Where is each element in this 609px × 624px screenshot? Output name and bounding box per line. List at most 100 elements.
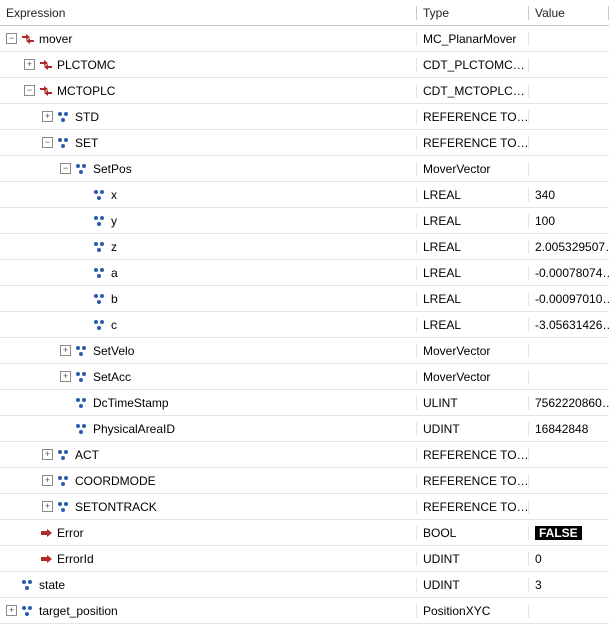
table-row[interactable]: stateUDINT3 <box>0 572 609 598</box>
expand-icon[interactable]: + <box>42 449 53 460</box>
cell-type: LREAL <box>417 188 529 202</box>
var-icon <box>75 370 89 384</box>
table-row[interactable]: +COORDMODEREFERENCE TO… <box>0 468 609 494</box>
cell-expression[interactable]: −SetPos <box>0 162 417 176</box>
var-icon <box>21 578 35 592</box>
table-row[interactable]: −moverMC_PlanarMover <box>0 26 609 52</box>
row-label: c <box>111 318 117 332</box>
cell-expression[interactable]: b <box>0 292 417 306</box>
cell-value[interactable]: 100 <box>529 214 609 228</box>
row-label: ErrorId <box>57 552 94 566</box>
row-label: PLCTOMC <box>57 58 115 72</box>
var-icon <box>75 422 89 436</box>
row-label: b <box>111 292 118 306</box>
expand-icon[interactable]: + <box>42 501 53 512</box>
cell-expression[interactable]: −MCTOPLC <box>0 84 417 98</box>
table-row[interactable]: x LREAL340 <box>0 182 609 208</box>
cell-value[interactable]: -0.00097010… <box>529 292 609 306</box>
table-row[interactable]: cLREAL-3.05631426… <box>0 312 609 338</box>
header-type[interactable]: Type <box>417 6 529 20</box>
row-label: z <box>111 240 117 254</box>
table-row[interactable]: ErrorIdUDINT0 <box>0 546 609 572</box>
cell-expression[interactable]: +ACT <box>0 448 417 462</box>
table-row[interactable]: −MCTOPLCCDT_MCTOPLC… <box>0 78 609 104</box>
table-row[interactable]: −SETREFERENCE TO… <box>0 130 609 156</box>
cell-value[interactable]: 16842848 <box>529 422 609 436</box>
cell-expression[interactable]: + SETONTRACK <box>0 500 417 514</box>
cell-value[interactable]: -3.05631426… <box>529 318 609 332</box>
expand-icon[interactable]: + <box>6 605 17 616</box>
cell-expression[interactable]: c <box>0 318 417 332</box>
inout-icon <box>21 32 35 46</box>
collapse-icon[interactable]: − <box>6 33 17 44</box>
cell-expression[interactable]: +COORDMODE <box>0 474 417 488</box>
var-icon <box>93 240 107 254</box>
table-row[interactable]: +target_positionPositionXYC <box>0 598 609 624</box>
var-icon <box>93 188 107 202</box>
cell-expression[interactable]: + PLCTOMC <box>0 58 417 72</box>
expand-icon[interactable]: + <box>42 111 53 122</box>
cell-value[interactable]: FALSE <box>529 526 609 540</box>
cell-type: ULINT <box>417 396 529 410</box>
table-row[interactable]: b LREAL-0.00097010… <box>0 286 609 312</box>
cell-expression[interactable]: a <box>0 266 417 280</box>
cell-type: LREAL <box>417 292 529 306</box>
cell-type: REFERENCE TO… <box>417 500 529 514</box>
cell-expression[interactable]: + SetVelo <box>0 344 417 358</box>
table-row[interactable]: PhysicalAreaIDUDINT16842848 <box>0 416 609 442</box>
row-label: SETONTRACK <box>75 500 157 514</box>
collapse-icon[interactable]: − <box>42 137 53 148</box>
row-label: DcTimeStamp <box>93 396 169 410</box>
table-row[interactable]: +SetVeloMoverVector <box>0 338 609 364</box>
table-row[interactable]: aLREAL-0.00078074… <box>0 260 609 286</box>
table-row[interactable]: zLREAL2.005329507… <box>0 234 609 260</box>
table-row[interactable]: yLREAL100 <box>0 208 609 234</box>
cell-expression[interactable]: ErrorId <box>0 552 417 566</box>
row-label: SetVelo <box>93 344 134 358</box>
inout-icon <box>39 58 53 72</box>
table-row[interactable]: DcTimeStamp ULINT7562220860… <box>0 390 609 416</box>
table-row[interactable]: ErrorBOOLFALSE <box>0 520 609 546</box>
cell-expression[interactable]: y <box>0 214 417 228</box>
var-icon <box>75 344 89 358</box>
collapse-icon[interactable]: − <box>24 85 35 96</box>
cell-value[interactable]: 0 <box>529 552 609 566</box>
header-expression[interactable]: Expression <box>0 6 417 20</box>
cell-expression[interactable]: +target_position <box>0 604 417 618</box>
row-label: x <box>111 188 117 202</box>
cell-expression[interactable]: Error <box>0 526 417 540</box>
table-row[interactable]: + PLCTOMC CDT_PLCTOMC… <box>0 52 609 78</box>
table-row[interactable]: +ACTREFERENCE TO… <box>0 442 609 468</box>
cell-expression[interactable]: −SET <box>0 136 417 150</box>
output-icon <box>39 526 53 540</box>
cell-type: LREAL <box>417 214 529 228</box>
cell-type: CDT_PLCTOMC… <box>417 58 529 72</box>
collapse-icon[interactable]: − <box>60 163 71 174</box>
cell-expression[interactable]: x <box>0 188 417 202</box>
cell-expression[interactable]: PhysicalAreaID <box>0 422 417 436</box>
expand-icon[interactable]: + <box>60 345 71 356</box>
table-row[interactable]: −SetPosMoverVector <box>0 156 609 182</box>
cell-value[interactable]: 2.005329507… <box>529 240 609 254</box>
header-value[interactable]: Value <box>529 6 609 20</box>
expand-icon[interactable]: + <box>24 59 35 70</box>
cell-expression[interactable]: z <box>0 240 417 254</box>
cell-expression[interactable]: +SetAcc <box>0 370 417 384</box>
cell-value[interactable]: -0.00078074… <box>529 266 609 280</box>
cell-expression[interactable]: DcTimeStamp <box>0 396 417 410</box>
var-icon <box>57 500 71 514</box>
cell-type: REFERENCE TO… <box>417 110 529 124</box>
table-row[interactable]: + SETONTRACK REFERENCE TO… <box>0 494 609 520</box>
cell-expression[interactable]: state <box>0 578 417 592</box>
watch-grid: Expression Type Value −moverMC_PlanarMov… <box>0 0 609 624</box>
cell-value[interactable]: 7562220860… <box>529 396 609 410</box>
expand-icon[interactable]: + <box>60 371 71 382</box>
expand-icon[interactable]: + <box>42 475 53 486</box>
bool-badge: FALSE <box>535 526 582 540</box>
cell-value[interactable]: 3 <box>529 578 609 592</box>
table-row[interactable]: +STDREFERENCE TO… <box>0 104 609 130</box>
cell-expression[interactable]: +STD <box>0 110 417 124</box>
table-row[interactable]: +SetAccMoverVector <box>0 364 609 390</box>
cell-value[interactable]: 340 <box>529 188 609 202</box>
cell-expression[interactable]: −mover <box>0 32 417 46</box>
